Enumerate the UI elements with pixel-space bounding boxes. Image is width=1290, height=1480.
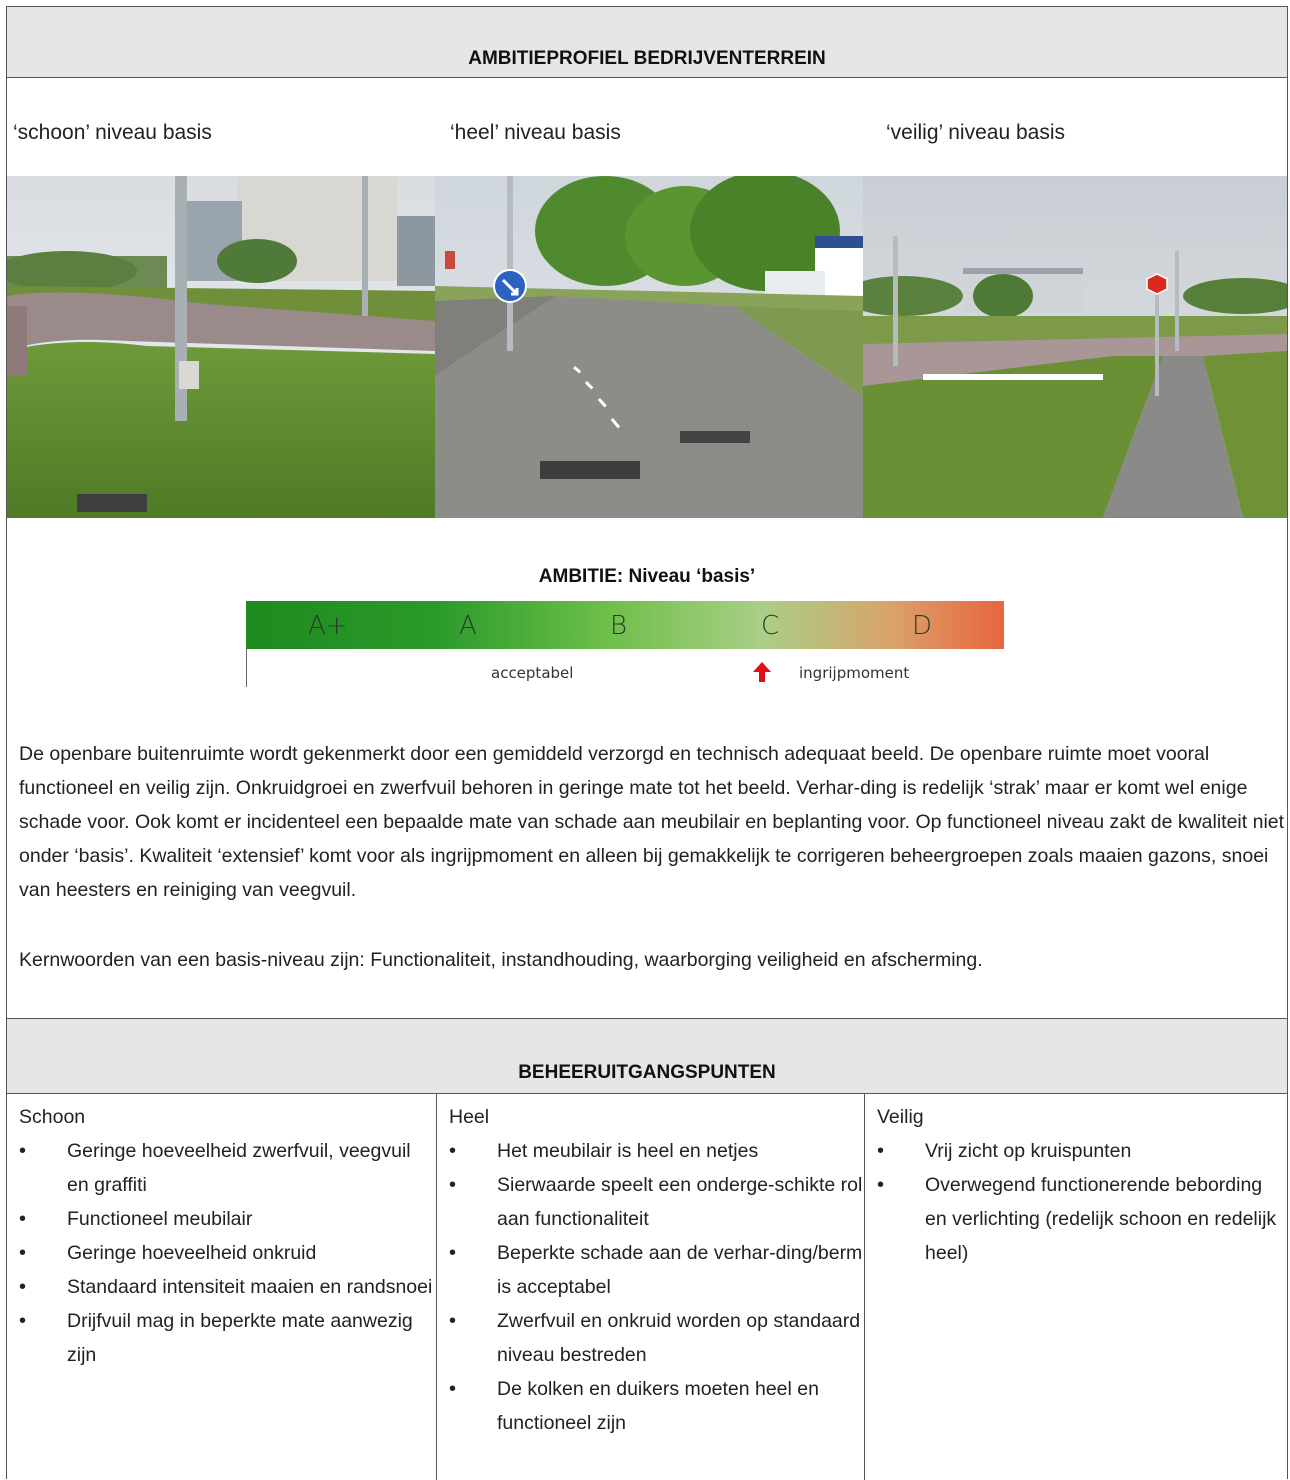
ambition-title: AMBITIE: Niveau ‘basis’: [538, 566, 756, 587]
list-item: Vrij zicht op kruispunten: [877, 1134, 1287, 1168]
section-title: AMBITIEPROFIEL BEDRIJVENTERREIN: [468, 48, 826, 69]
list-item: Sierwaarde speelt een onderge-schikte ro…: [449, 1168, 864, 1236]
caption-heel: ‘heel’ niveau basis: [450, 121, 621, 144]
bullet-list: Het meubilair is heel en netjes Sierwaar…: [449, 1134, 864, 1440]
description-paragraph: De openbare buitenruimte wordt gekenmerk…: [19, 743, 1285, 901]
document-frame: AMBITIEPROFIEL BEDRIJVENTERREIN ‘schoon’…: [6, 6, 1288, 1480]
column-heading: Veilig: [877, 1106, 924, 1128]
column-veilig: Veilig Vrij zicht op kruispunten Overweg…: [864, 1094, 1287, 1480]
scale-level-a-plus: A+: [308, 611, 348, 641]
management-columns: Schoon Geringe hoeveelheid zwerfvuil, ve…: [7, 1094, 1287, 1480]
keywords-paragraph: Kernwoorden van een basis-niveau zijn: F…: [19, 949, 983, 971]
label-acceptable: acceptabel: [491, 664, 574, 682]
photo-schoon: [7, 176, 435, 518]
section-header-ambition-profile: AMBITIEPROFIEL BEDRIJVENTERREIN: [7, 7, 1287, 78]
scale-level-d: D: [912, 611, 933, 641]
list-item: Drijfvuil mag in beperkte mate aanwezig …: [19, 1304, 436, 1372]
scale-level-c: C: [761, 611, 780, 641]
column-schoon: Schoon Geringe hoeveelheid zwerfvuil, ve…: [7, 1094, 436, 1480]
column-heel: Heel Het meubilair is heel en netjes Sie…: [436, 1094, 864, 1480]
scale-level-b: B: [610, 611, 628, 641]
scale-level-a: A: [459, 611, 477, 641]
bullet-list: Geringe hoeveelheid zwerfvuil, veegvuil …: [19, 1134, 436, 1372]
list-item: Geringe hoeveelheid onkruid: [19, 1236, 436, 1270]
column-heading: Heel: [449, 1106, 490, 1128]
quality-scale-bar: A+ A B C D: [246, 601, 1004, 649]
photo-strip: [7, 176, 1287, 518]
section-title: BEHEERUITGANGSPUNTEN: [518, 1062, 776, 1083]
caption-veilig: ‘veilig’ niveau basis: [886, 121, 1065, 144]
photo-veilig: [863, 176, 1287, 518]
list-item: De kolken en duikers moeten heel en func…: [449, 1372, 864, 1440]
arrow-up-icon: [753, 662, 771, 682]
list-item: Het meubilair is heel en netjes: [449, 1134, 864, 1168]
label-intervention: ingrijpmoment: [799, 664, 910, 682]
bullet-list: Vrij zicht op kruispunten Overwegend fun…: [877, 1134, 1287, 1270]
list-item: Overwegend functionerende bebording en v…: [877, 1168, 1287, 1270]
section-header-management: BEHEERUITGANGSPUNTEN: [7, 1018, 1287, 1094]
photo-heel: [435, 176, 863, 518]
list-item: Geringe hoeveelheid zwerfvuil, veegvuil …: [19, 1134, 436, 1202]
caption-schoon: ‘schoon’ niveau basis: [13, 121, 212, 144]
list-item: Beperkte schade aan de verhar-ding/berm …: [449, 1236, 864, 1304]
scale-legend: acceptabel ingrijpmoment: [246, 649, 1005, 687]
column-heading: Schoon: [19, 1106, 86, 1128]
list-item: Zwerfvuil en onkruid worden op standaard…: [449, 1304, 864, 1372]
list-item: Standaard intensiteit maaien en randsnoe…: [19, 1270, 436, 1304]
list-item: Functioneel meubilair: [19, 1202, 436, 1236]
